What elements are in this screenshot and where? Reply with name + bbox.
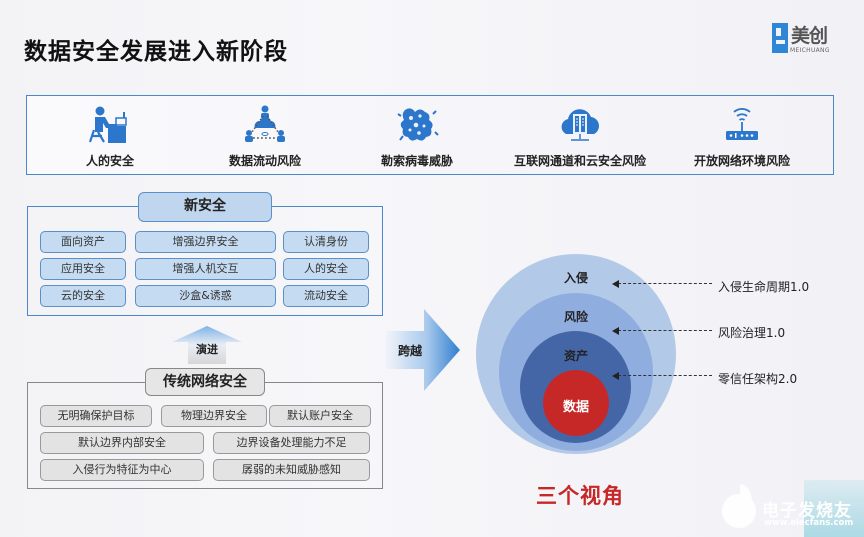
new-security-item: 人的安全 — [283, 258, 369, 280]
threat-label: 数据流动风险 — [228, 154, 301, 168]
pointer-arrow — [612, 370, 712, 382]
virus-icon — [397, 108, 439, 141]
new-security-title: 新安全 — [138, 192, 272, 222]
arrowhead-icon — [612, 372, 619, 380]
traditional-security-item: 孱弱的未知威胁感知 — [213, 459, 370, 481]
ring-label: 风险 — [563, 310, 588, 324]
arrowhead-icon — [612, 327, 619, 335]
pointer-label: 入侵生命周期1.0 — [718, 280, 810, 294]
threat-item: 数据流动风险 — [215, 96, 315, 174]
evolve-label: 演进 — [196, 343, 218, 356]
watermark: 电子发烧友 www.elecfans.com — [720, 480, 864, 537]
brand-logo: 美创 MEICHUANG — [772, 21, 842, 55]
traditional-security-item: 默认边界内部安全 — [40, 432, 204, 454]
traditional-security-item: 边界设备处理能力不足 — [213, 432, 370, 454]
ring-label: 资产 — [563, 349, 588, 363]
perspectives-caption: 三个视角 — [536, 484, 624, 508]
cloud-server-icon — [561, 109, 599, 141]
logo-subtext: MEICHUANG — [790, 47, 830, 54]
new-security-item: 沙盒&诱惑 — [135, 285, 276, 307]
new-security-item: 面向资产 — [40, 231, 126, 253]
new-security-item: 增强人机交互 — [135, 258, 276, 280]
new-security-group: 面向资产 增强边界安全 认清身份 应用安全 增强人机交互 人的安全 云的安全 沙… — [27, 206, 383, 316]
traditional-security-title: 传统网络安全 — [145, 368, 265, 396]
evolve-arrow: 演进 — [170, 326, 244, 364]
threat-item: 勒索病毒威胁 — [367, 96, 467, 174]
wifi-router-icon — [726, 108, 758, 140]
threat-label: 人的安全 — [85, 154, 134, 168]
traditional-security-item: 无明确保护目标 — [40, 405, 152, 427]
threat-label: 互联网通道和云安全风险 — [513, 154, 646, 168]
traditional-security-item: 入侵行为特征为中心 — [40, 459, 204, 481]
new-security-item: 增强边界安全 — [135, 231, 276, 253]
new-security-item: 云的安全 — [40, 285, 126, 307]
ring-label: 数据 — [562, 400, 589, 415]
threat-item: 人的安全 — [65, 96, 155, 174]
threat-label: 勒索病毒威胁 — [380, 154, 453, 168]
pointer-arrow — [612, 325, 712, 337]
logo-mark-icon — [772, 23, 788, 53]
arrowhead-icon — [612, 280, 619, 288]
traditional-security-group: 无明确保护目标 物理边界安全 默认账户安全 默认边界内部安全 边界设备处理能力不… — [27, 382, 383, 489]
pointer-label: 零信任架构2.0 — [718, 372, 798, 386]
new-security-item: 应用安全 — [40, 258, 126, 280]
threat-label: 开放网络环境风险 — [693, 154, 790, 168]
pointer-label: 风险治理1.0 — [718, 326, 786, 340]
page-title: 数据安全发展进入新阶段 — [24, 39, 288, 65]
new-security-item: 认清身份 — [283, 231, 369, 253]
traditional-security-item: 物理边界安全 — [161, 405, 267, 427]
network-people-icon — [245, 105, 285, 142]
threats-panel: 人的安全 数据流动风险 勒索病毒威胁 互联网通道和云安全风险 开放网络环境风险 — [26, 95, 834, 175]
watermark-logo-icon — [722, 484, 756, 528]
new-security-item: 流动安全 — [283, 285, 369, 307]
pointer-arrow — [612, 278, 712, 290]
threat-item: 开放网络环境风险 — [682, 96, 802, 174]
watermark-url: www.elecfans.com — [764, 518, 854, 528]
person-at-desk-icon — [88, 106, 127, 143]
traditional-security-item: 默认账户安全 — [269, 405, 371, 427]
threat-item: 互联网通道和云安全风险 — [505, 96, 655, 174]
cross-arrow: 跨越 — [386, 309, 460, 391]
cross-label: 跨越 — [398, 344, 423, 358]
logo-text: 美创 — [791, 25, 828, 47]
